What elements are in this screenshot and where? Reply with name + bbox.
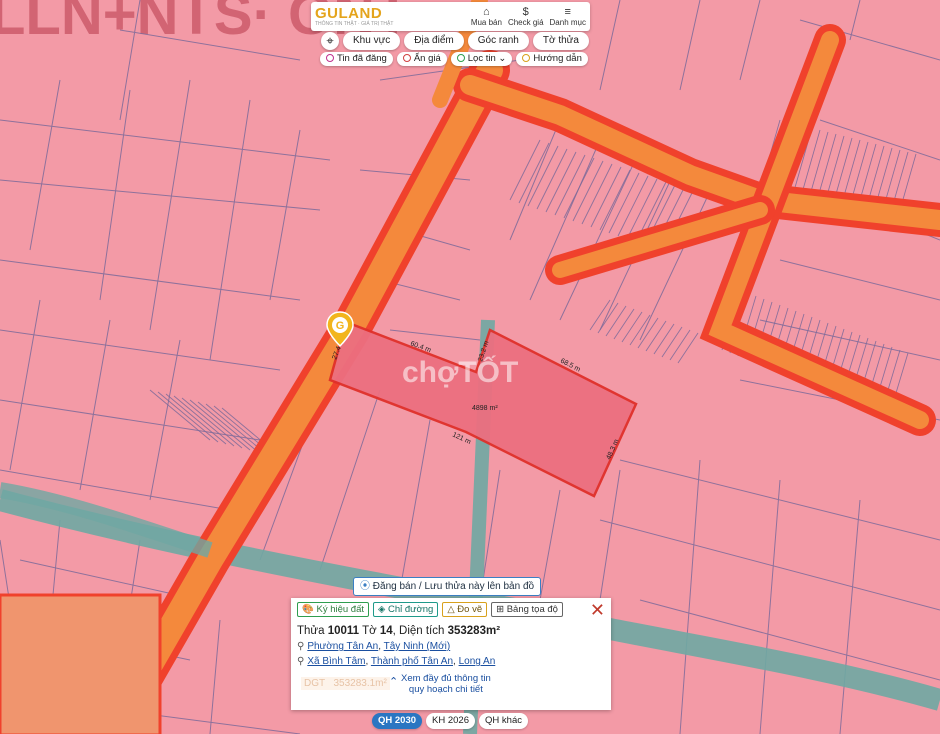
palette-icon: 🎨 <box>302 604 314 615</box>
area-label: 4898 m² <box>472 405 498 412</box>
filter-label: Hướng dẫn <box>533 53 582 64</box>
chotot-watermark: chợTỐT <box>402 355 518 389</box>
address-link[interactable]: Long An <box>459 656 496 667</box>
action-label: Đo vẽ <box>457 604 483 615</box>
directions-icon: ◈ <box>378 604 386 615</box>
hide-price-icon <box>402 54 411 62</box>
panel-actions: 🎨 Ký hiệu đất ◈ Chỉ đường △ Đo vẽ ⊞ Bảng… <box>297 601 605 619</box>
close-icon[interactable]: ✕ <box>590 601 605 619</box>
filter-label: Lọc tin ⌄ <box>467 53 507 64</box>
posted-icon <box>326 54 334 62</box>
parcel-area: 353283m² <box>447 625 501 637</box>
address-new: ⚲ Phường Tân An, Tây Ninh (Mới) <box>297 641 451 652</box>
parcel-info-panel: 🎨 Ký hiệu đất ◈ Chỉ đường △ Đo vẽ ⊞ Bảng… <box>291 598 611 710</box>
nav-label: Danh mục <box>549 18 586 27</box>
nav-buy-sell[interactable]: ⌂ Mua bán <box>471 6 502 27</box>
land-use-row: DGT 353283.1m² ⌃ Xem đầy đủ thông tin qu… <box>297 673 605 699</box>
plan-tabs: QH 2030 KH 2026 QH khác <box>372 713 528 729</box>
post-label: Đăng bán / Lưu thửa này lên bản đồ <box>372 581 535 592</box>
map-pin-icon: ⚲ <box>297 641 305 652</box>
tool-corner[interactable]: Góc ranh <box>467 32 529 50</box>
pin-icon: ⦿ <box>360 581 370 592</box>
nav-menu[interactable]: ≡ Danh mục <box>550 6 586 27</box>
address-link[interactable]: Xã Bình Tâm <box>307 656 365 667</box>
parcel-title: Thửa 10011 Tờ 14, Diện tích 353283m² <box>297 625 501 637</box>
top-bar: GULAND THÔNG TIN THẬT · GIÁ TRỊ THẬT ⌂ M… <box>311 2 590 31</box>
tab-qh-other[interactable]: QH khác <box>479 713 528 729</box>
address-old: ⚲ Xã Bình Tâm, Thành phố Tân An, Long An <box>297 656 496 667</box>
tool-place[interactable]: Địa điểm <box>404 32 464 50</box>
brand-logo[interactable]: GULAND THÔNG TIN THẬT · GIÁ TRỊ THẬT <box>315 6 393 27</box>
address-link[interactable]: Tây Ninh (Mới) <box>384 641 451 652</box>
filter-listings[interactable]: Lọc tin ⌄ <box>450 52 513 66</box>
table-icon: ⊞ <box>496 604 505 615</box>
nav-check-price[interactable]: $ Check giá <box>508 6 544 27</box>
filter-label: Ẩn giá <box>413 53 441 64</box>
chevron-up-icon: ⌃ <box>389 676 399 688</box>
filter-row: Tin đã đăng Ẩn giá Lọc tin ⌄ Hướng dẫn <box>320 52 588 66</box>
sheet-number: 14 <box>379 625 393 637</box>
dollar-icon: $ <box>522 6 529 18</box>
map-pin-icon: ⚲ <box>297 656 305 667</box>
location-pin-icon[interactable]: G <box>326 311 354 347</box>
directions-button[interactable]: ◈ Chỉ đường <box>373 602 439 617</box>
land-use-badge: DGT 353283.1m² <box>301 677 390 690</box>
post-parcel-button[interactable]: ⦿ Đăng bán / Lưu thửa này lên bản đồ <box>353 577 542 596</box>
tab-qh-2030[interactable]: QH 2030 <box>372 713 423 729</box>
coordinate-table-button[interactable]: ⊞ Bảng tọa độ <box>491 602 563 617</box>
nav-label: Check giá <box>507 18 544 27</box>
land-symbol-button[interactable]: 🎨 Ký hiệu đất <box>297 602 370 617</box>
filter-posted[interactable]: Tin đã đăng <box>320 52 393 66</box>
action-label: Ký hiệu đất <box>316 604 365 615</box>
filter-guide[interactable]: Hướng dẫn <box>516 52 588 66</box>
nav-label: Mua bán <box>470 18 502 27</box>
filter-icon <box>456 54 465 62</box>
action-label: Chỉ đường <box>387 604 434 615</box>
tool-area[interactable]: Khu vực <box>343 32 401 50</box>
guide-icon <box>522 54 531 62</box>
orange-lot <box>0 593 162 734</box>
tab-kh-2026[interactable]: KH 2026 <box>426 713 476 729</box>
svg-text:G: G <box>336 320 345 332</box>
top-nav: ⌂ Mua bán $ Check giá ≡ Danh mục <box>471 6 586 27</box>
filter-hide-price[interactable]: Ẩn giá <box>396 52 447 66</box>
menu-icon: ≡ <box>564 6 571 18</box>
measure-button[interactable]: △ Đo vẽ <box>442 602 488 617</box>
view-full-planning-link[interactable]: ⌃ Xem đầy đủ thông tin quy hoạch chi tiế… <box>389 673 491 695</box>
address-link[interactable]: Thành phố Tân An <box>371 656 453 667</box>
tool-row: ⌖ Khu vực Địa điểm Góc ranh Tờ thửa <box>321 32 589 50</box>
house-icon: ⌂ <box>483 6 490 18</box>
brand-tagline: THÔNG TIN THẬT · GIÁ TRỊ THẬT <box>315 21 394 27</box>
filter-label: Tin đã đăng <box>337 53 387 64</box>
measure-icon: △ <box>447 604 455 615</box>
locate-icon[interactable]: ⌖ <box>321 32 339 50</box>
address-link[interactable]: Phường Tân An <box>307 641 378 652</box>
parcel-number: 10011 <box>327 625 360 637</box>
brand-name: GULAND <box>315 5 383 22</box>
tool-sheet[interactable]: Tờ thửa <box>532 32 589 50</box>
action-label: Bảng tọa độ <box>506 604 558 615</box>
